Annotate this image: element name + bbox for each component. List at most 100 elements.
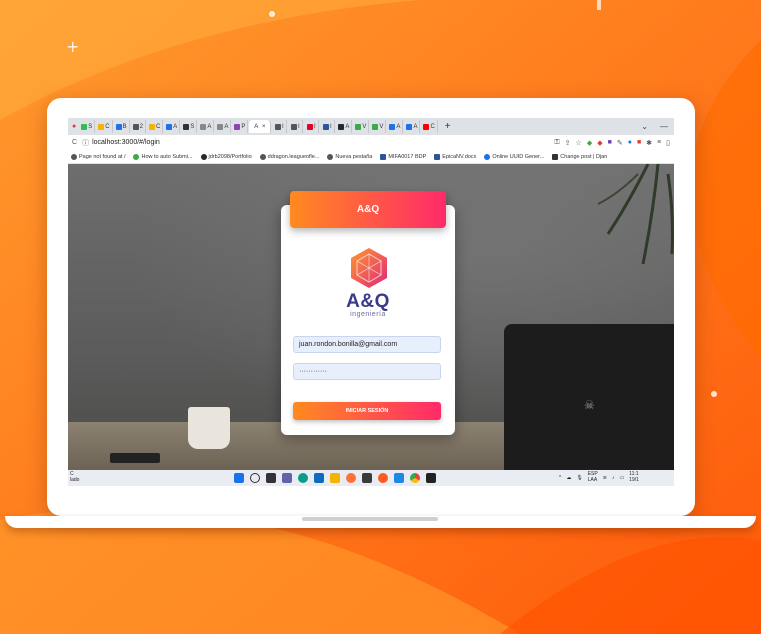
browser-tab[interactable]: P [232,120,249,133]
side-panel-icon[interactable]: ▯ [666,139,670,147]
browser-tab[interactable]: A [198,120,215,133]
browser-tab[interactable]: I [272,120,288,133]
browser-tab[interactable]: A [215,120,232,133]
browser-tab[interactable]: A [387,120,404,133]
url-text[interactable]: localhost:3000/#/login [92,139,160,146]
language-indicator[interactable]: ESP LAA [588,471,598,483]
bookmark-label: Change post | Djan [560,153,608,160]
chevron-up-icon[interactable]: ^ [559,475,561,481]
extension-icon[interactable]: ■ [637,139,641,146]
edge-icon[interactable] [298,473,308,483]
bookmark-item[interactable]: Nueva pestaña [327,153,372,160]
close-tab-icon[interactable]: × [262,124,266,130]
share-icon[interactable]: ⇪ [565,139,571,147]
bookmark-item[interactable]: MIFA0017 BDP [380,153,426,160]
vscode-icon[interactable] [394,473,404,483]
password-field[interactable]: ············ [293,363,441,380]
svg-text:+: + [66,37,79,56]
bookmark-item[interactable]: Page not found at / [71,153,125,160]
tab-favicon [389,123,396,130]
puzzle-icon[interactable]: ✱ [646,139,652,147]
browser-tab[interactable]: I [320,120,336,133]
reload-icon[interactable]: C [72,139,77,146]
login-page: ☠ A&Q A&Q ingeniería juan.rondon.bonilla… [68,164,674,470]
bookmark-label: ddragon.leagueofle... [267,153,320,160]
tab-favicon [372,123,379,130]
tab-label: B [122,123,127,130]
browser-tab-active[interactable]: A × [249,120,272,133]
minimize-button[interactable]: — [660,122,668,131]
extension-icon[interactable]: ✎ [617,139,623,147]
browser-tab[interactable]: I [288,120,304,133]
browser-tab[interactable]: V [370,120,387,133]
browser-tab[interactable]: C [147,120,164,133]
bookmarks-bar: Page not found at / How to auto Submi...… [68,150,674,164]
new-tab-button[interactable]: + [439,121,457,132]
clock[interactable]: 11:1 19/1 [629,471,639,483]
brand-subtitle: ingeniería [350,311,386,318]
extension-icon[interactable]: ● [628,139,632,146]
bookmark-item[interactable]: jdrb2098/Portfolio [200,153,252,160]
firefox-icon[interactable] [346,473,356,483]
app-icon[interactable] [362,473,372,483]
tab-search-icon[interactable]: ⌄ [641,122,648,131]
login-card [281,205,455,435]
volume-icon[interactable]: ♪ [612,475,615,481]
chrome-icon[interactable] [410,473,420,483]
bookmark-item[interactable]: ddragon.leagueofle... [259,153,320,160]
word-icon [434,153,441,160]
browser-tab[interactable]: 2 [131,120,146,133]
tab-label: A [345,123,350,130]
browser-tab[interactable]: B [114,120,130,133]
figma-icon[interactable] [426,473,436,483]
browser-tab[interactable]: I [304,120,320,133]
star-icon[interactable]: ☆ [576,139,582,147]
windows-start-icon[interactable] [234,473,244,483]
tab-favicon [98,123,105,130]
key-icon[interactable]: ⚿ [554,139,559,147]
bookmark-item[interactable]: Change post | Djan [552,153,608,160]
tab-label: A [396,123,401,130]
browser-tab[interactable]: A [164,120,181,133]
reading-list-icon[interactable]: ≡ [657,139,661,146]
globe-icon [259,153,266,160]
battery-icon[interactable]: ▭ [619,475,624,481]
bookmark-item[interactable]: How to auto Submi... [133,153,193,160]
browser-tab[interactable]: S [79,120,96,133]
wifi-icon[interactable]: ≋ [603,475,607,481]
tab-label: C [430,123,435,130]
extension-icon[interactable]: ■ [608,139,612,146]
bookmark-item[interactable]: Online UUID Gener... [484,153,544,160]
tab-label: V [362,123,367,130]
login-button[interactable]: INICIAR SESIÓN [293,402,441,420]
mug-image [188,407,230,449]
globe-icon [71,153,77,160]
info-icon[interactable]: ⓘ [82,138,89,148]
bookmark-item[interactable]: EpicaNV.docx [434,153,476,160]
weather-widget[interactable]: C lado [70,471,79,483]
compass-icon[interactable] [378,473,388,483]
laptop-frame: ● S C B 2 C A S A A P A × I I I I A V V … [47,98,695,516]
extension-icon[interactable]: ◆ [587,139,592,147]
task-view-icon[interactable] [266,473,276,483]
browser-tab[interactable]: V [353,120,370,133]
cloud-icon[interactable]: ☁ [566,475,571,481]
browser-tab[interactable]: C [421,120,438,133]
search-icon[interactable] [250,473,260,483]
tab-label: S [190,123,195,130]
mail-icon[interactable] [314,473,324,483]
browser-tab[interactable]: A [404,120,421,133]
tab-favicon [200,123,207,130]
mic-icon[interactable]: 🎙 [576,475,582,481]
browser-tab[interactable]: S [181,120,198,133]
tab-label: I [282,123,284,130]
extension-icon[interactable]: ◆ [597,139,602,147]
laptop-notch [302,517,438,521]
tab-label: I [314,123,316,130]
email-field[interactable]: juan.rondon.bonilla@gmail.com [293,336,441,353]
browser-tab[interactable]: C [96,120,113,133]
address-bar[interactable]: ⓘ localhost:3000/#/login [82,138,549,148]
browser-tab[interactable]: A [336,120,353,133]
file-explorer-icon[interactable] [330,473,340,483]
chat-icon[interactable] [282,473,292,483]
